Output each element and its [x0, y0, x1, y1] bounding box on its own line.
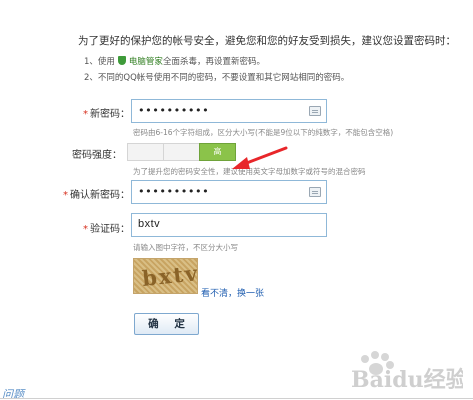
- submit-button[interactable]: 确 定: [134, 313, 199, 335]
- keyboard-icon[interactable]: [309, 106, 321, 116]
- confirm-password-input[interactable]: ••••••••••: [131, 180, 327, 204]
- tip-1-prefix: 1、使用: [84, 57, 115, 67]
- required-mark: *: [83, 109, 88, 120]
- captcha-value: bxtv: [138, 218, 161, 230]
- tip-1-suffix: 全面杀毒，再设置新密码。: [162, 57, 265, 67]
- captcha-image[interactable]: bxtv: [133, 258, 198, 294]
- captcha-input[interactable]: bxtv: [131, 213, 327, 237]
- strength-segment-medium: [163, 143, 200, 161]
- tip-2: 2、不同的QQ帐号使用不同的密码，不要设置和其它网站相同的密码。: [84, 73, 350, 83]
- arrow-annotation-icon: [232, 146, 288, 169]
- keyboard-icon[interactable]: [309, 187, 321, 197]
- watermark-text: Baidu经验: [351, 367, 463, 390]
- strength-label: 密码强度：: [72, 150, 122, 161]
- pc-manager-link[interactable]: 电脑管家: [129, 57, 163, 67]
- new-password-label: * 新密码：: [83, 109, 130, 120]
- captcha-label: * 验证码：: [83, 224, 130, 235]
- baidu-watermark-logo: Baidu经验: [351, 351, 463, 390]
- captcha-hint: 请输入图中字符，不区分大小写: [133, 243, 238, 252]
- password-strength-meter: 高: [127, 143, 236, 161]
- shield-icon: [117, 56, 126, 65]
- footer-divider: [0, 398, 473, 399]
- refresh-captcha-link[interactable]: 看不清，换一张: [201, 286, 264, 299]
- new-password-input[interactable]: ••••••••••: [131, 99, 327, 123]
- strength-segment-weak: [127, 143, 164, 161]
- tip-1: 1、使用 电脑管家全面杀毒，再设置新密码。: [84, 55, 265, 67]
- new-password-hint: 密码由6-16个字符组成，区分大小写(不能是9位以下的纯数字，不能包含空格): [133, 128, 394, 137]
- new-password-value: ••••••••••: [138, 104, 210, 117]
- captcha-image-text: bxtv: [140, 260, 198, 291]
- confirm-password-value: ••••••••••: [138, 185, 210, 198]
- confirm-password-label: * 确认新密码：: [63, 190, 130, 201]
- intro-text: 为了更好的保护您的帐号安全，避免您和您的好友受到损失，建议您设置密码时：: [78, 35, 456, 47]
